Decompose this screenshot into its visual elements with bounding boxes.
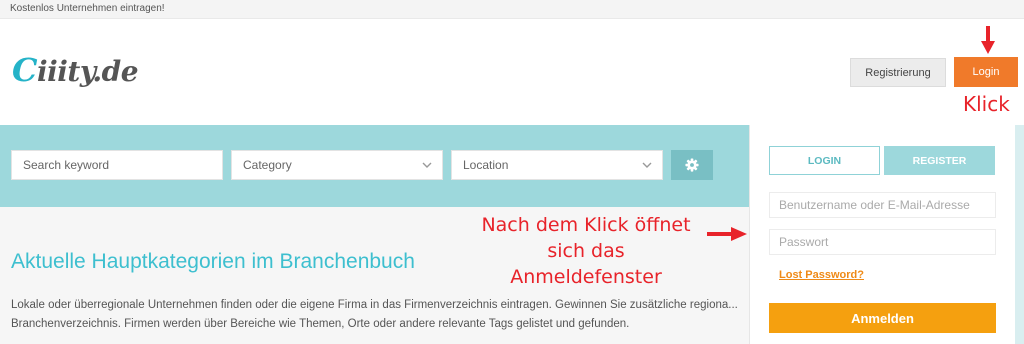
password-field[interactable]: Passwort — [769, 229, 996, 255]
annotation-note-line-3: Anmeldefenster — [510, 266, 662, 288]
register-button[interactable]: Registrierung — [850, 58, 946, 87]
submit-login-button[interactable]: Anmelden — [769, 303, 996, 333]
annotation-note: Nach dem Klick öffnet sich das Anmeldefe… — [468, 212, 704, 290]
username-field[interactable]: Benutzername oder E-Mail-Adresse — [769, 192, 996, 218]
password-placeholder: Passwort — [779, 235, 829, 249]
annotation-arrow-down-icon — [981, 26, 995, 54]
location-select-label: Location — [463, 158, 509, 172]
logo-text: iiity.de — [36, 55, 139, 88]
login-button[interactable]: Login — [954, 57, 1018, 87]
chevron-down-icon — [642, 162, 652, 168]
page-title: Aktuelle Hauptkategorien im Branchenbuch — [11, 250, 415, 273]
annotation-note-line-2: sich das — [547, 240, 625, 262]
search-keyword-input[interactable]: Search keyword — [11, 150, 223, 180]
tab-login[interactable]: LOGIN — [769, 146, 880, 175]
panel-scroll-strip — [1015, 125, 1024, 344]
location-select[interactable]: Location — [451, 150, 663, 180]
lost-password-link[interactable]: Lost Password? — [779, 269, 864, 281]
search-settings-button[interactable] — [671, 150, 713, 180]
top-announcement-link[interactable]: Kostenlos Unternehmen eintragen! — [10, 3, 165, 14]
username-placeholder: Benutzername oder E-Mail-Adresse — [779, 198, 970, 212]
intro-paragraph: Lokale oder überregionale Unternehmen fi… — [11, 299, 738, 330]
site-logo[interactable]: Ciiity.de — [12, 51, 139, 89]
chevron-down-icon — [422, 162, 432, 168]
top-announcement-bar: Kostenlos Unternehmen eintragen! — [0, 0, 1024, 19]
category-select-label: Category — [243, 158, 292, 172]
annotation-klick: Klick — [963, 92, 1010, 116]
tab-register[interactable]: REGISTER — [884, 146, 995, 175]
category-select[interactable]: Category — [231, 150, 443, 180]
gear-icon — [685, 158, 699, 172]
site-header: Ciiity.de Registrierung Login — [0, 19, 1024, 125]
logo-initial: C — [12, 51, 37, 89]
search-keyword-placeholder: Search keyword — [23, 158, 110, 172]
annotation-note-line-1: Nach dem Klick öffnet — [481, 214, 691, 236]
search-bar: Search keyword Category Location — [0, 125, 749, 207]
annotation-arrow-right-icon — [707, 227, 747, 241]
